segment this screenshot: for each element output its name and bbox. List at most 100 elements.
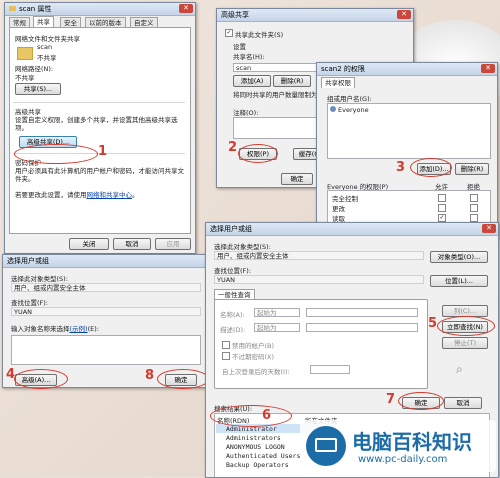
desc-label: 描述(D): — [220, 326, 246, 334]
highlight-ring-4 — [14, 369, 68, 389]
network-center-link[interactable]: 网络和共享中心 — [87, 191, 133, 199]
deny-checkbox[interactable] — [470, 214, 478, 222]
perm-name: 完全控制 — [332, 195, 358, 203]
adv-share-header: 高级共享 — [15, 108, 41, 116]
scan-properties-window: scan 属性 ✕ 常规 共享 安全 以前的版本 自定义 网络文件和文件夹共享 s… — [4, 2, 196, 254]
days-label: 自上次登录后的天数(I): — [222, 368, 290, 376]
highlight-ring-8 — [157, 369, 209, 389]
highlight-ring-5 — [437, 316, 495, 336]
allow-checkbox[interactable] — [438, 194, 446, 202]
noexpire-checkbox[interactable] — [222, 352, 230, 360]
folder-state: 不共享 — [37, 54, 57, 62]
watermark-url: www.pc-daily.com — [358, 454, 448, 465]
deny-checkbox[interactable] — [470, 204, 478, 212]
comment-field[interactable] — [233, 117, 323, 139]
results-cell: Backup Operators — [226, 461, 289, 469]
adv-share-desc: 设置自定义权限，创建多个共享，并设置其他高级共享选项。 — [15, 116, 178, 132]
monitor-icon — [306, 426, 346, 466]
step-6-label: 6 — [262, 408, 272, 423]
ok-button[interactable]: 确定 — [281, 173, 313, 185]
close-icon[interactable]: ✕ — [179, 4, 193, 13]
highlight-ring-3 — [410, 158, 452, 177]
location-label: 查找位置(F): — [11, 299, 49, 307]
step-7-label: 7 — [386, 392, 396, 407]
step-8-label: 8 — [145, 368, 155, 383]
name-operator-select[interactable]: 起始为 — [254, 308, 300, 317]
obj-type-label: 选择此对象类型(S): — [11, 275, 68, 283]
apply-button[interactable]: 应用 — [155, 238, 191, 250]
step-2-label: 2 — [228, 140, 238, 155]
step-1-label: 1 — [98, 144, 108, 159]
location-field: YUAN — [11, 307, 201, 316]
comment-label: 注释(O): — [233, 109, 259, 117]
window-title: 选择用户或组 ✕ — [206, 223, 498, 236]
step-5-label: 5 — [428, 316, 438, 331]
object-types-button[interactable]: 对象类型(O)... — [430, 251, 488, 263]
share-name-field[interactable]: scan — [233, 63, 323, 72]
remove-share-button[interactable]: 删除(R) — [273, 75, 311, 87]
name-label: 名称(A): — [220, 311, 245, 319]
select-users-small-window: 选择用户或组 选择此对象类型(S): 用户、组或内置安全主体 查找位置(F): … — [2, 254, 212, 388]
results-cell: ANONYMOUS LOGON — [226, 443, 285, 451]
desc-query-field[interactable] — [306, 323, 418, 332]
folder-name: scan — [37, 43, 53, 51]
location-label: 查找位置(F): — [214, 267, 252, 275]
highlight-ring-1 — [14, 144, 98, 164]
deny-checkbox[interactable] — [470, 194, 478, 202]
user-list[interactable]: Everyone — [327, 103, 491, 159]
window-title: scan2 的权限 ✕ — [317, 63, 497, 76]
highlight-ring-6 — [210, 405, 292, 427]
close-button[interactable]: 关闭 — [69, 238, 109, 250]
highlight-ring-2 — [238, 144, 278, 163]
disabled-accounts-label: 禁用的帐户(B) — [232, 342, 275, 350]
pwd-desc: 用户必须具有此计算机的用户帐户和密码，才能访问共享文件夹。 — [15, 167, 184, 183]
close-icon[interactable]: ✕ — [481, 64, 495, 73]
stop-button[interactable]: 停止(T) — [442, 337, 488, 349]
noexpire-label: 不过期密码(X) — [232, 353, 275, 361]
step-4-label: 4 — [6, 367, 16, 382]
examples-link[interactable]: (示例) — [70, 325, 88, 333]
enter-names-label: 输入对象名称来选择(示例)(E): — [11, 325, 99, 333]
net-share-header: 网络文件和文件夹共享 — [15, 35, 80, 43]
scan2-permissions-window: scan2 的权限 ✕ 共享权限 组或用户名(G): Everyone 添加(D)… — [316, 62, 498, 238]
step-3-label: 3 — [396, 160, 406, 175]
obj-type-label: 选择此对象类型(S): — [214, 243, 271, 251]
watermark-logo: 电脑百科知识 www.pc-daily.com — [300, 420, 496, 472]
share-name-label: 共享名(H): — [233, 53, 265, 61]
share-folder-checkbox[interactable]: ✓ — [225, 29, 233, 37]
obj-type-field: 用户、组或内置安全主体 — [214, 251, 424, 260]
add-share-button[interactable]: 添加(A) — [233, 75, 271, 87]
settings-label: 设置 — [233, 43, 246, 51]
divider — [13, 102, 185, 103]
users-icon — [330, 106, 336, 112]
obj-type-field: 用户、组或内置安全主体 — [11, 283, 201, 292]
location-field: YUAN — [214, 275, 424, 284]
folder-icon — [17, 47, 33, 60]
disabled-accounts-checkbox[interactable] — [222, 341, 230, 349]
close-icon[interactable]: ✕ — [482, 224, 496, 233]
limit-label: 将同时共享的用户数量限制为 — [233, 91, 318, 99]
allow-checkbox[interactable]: ✓ — [438, 214, 446, 222]
locations-button[interactable]: 位置(L)... — [430, 275, 488, 287]
cancel-button[interactable]: 取消 — [113, 238, 151, 250]
window-title: 高级共享 ✕ — [217, 9, 413, 22]
net-path-value: 不共享 — [15, 74, 35, 82]
share-button[interactable]: 共享(S)... — [15, 83, 61, 95]
remove-user-button[interactable]: 删除(R) — [455, 163, 489, 175]
pwd-change-text: 若要更改此设置，请使用网络和共享中心。 — [15, 191, 139, 199]
enter-names-field[interactable] — [11, 335, 201, 365]
desc-operator-select[interactable]: 起始为 — [254, 323, 300, 332]
results-cell: Administrators — [226, 434, 281, 442]
results-cell: Authenticated Users — [226, 452, 301, 460]
close-icon[interactable]: ✕ — [397, 10, 411, 19]
name-query-field[interactable] — [306, 308, 418, 317]
watermark-title: 电脑百科知识 — [352, 430, 472, 454]
highlight-ring-7 — [398, 392, 444, 410]
cancel-button[interactable]: 取消 — [444, 397, 482, 409]
monitor-screen — [315, 438, 337, 452]
tab-share-permissions[interactable]: 共享权限 — [321, 77, 355, 88]
days-select[interactable] — [310, 365, 350, 374]
list-item[interactable]: Everyone — [330, 106, 369, 114]
allow-checkbox[interactable] — [438, 204, 446, 212]
window-title: scan 属性 ✕ — [5, 3, 195, 16]
